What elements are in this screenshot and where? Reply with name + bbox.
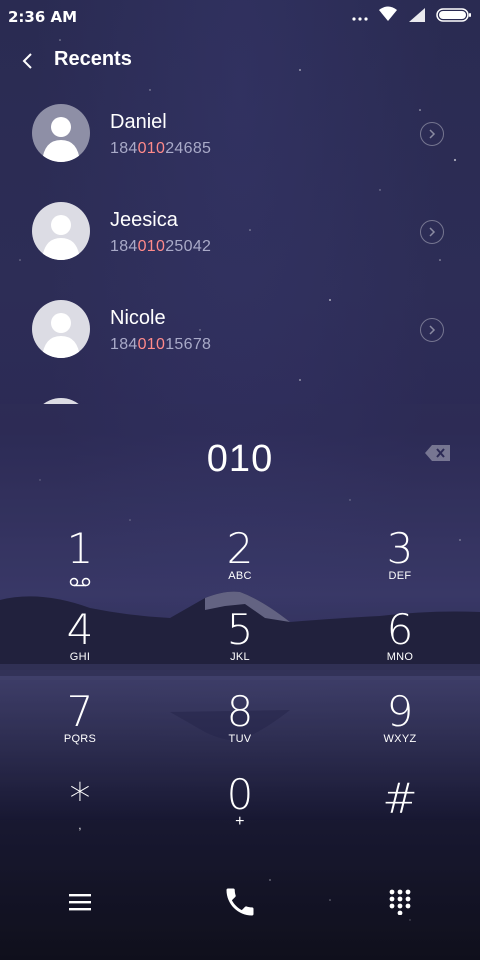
wifi-icon: [378, 6, 398, 26]
dial-key-4[interactable]: 4 GHI: [30, 607, 130, 677]
key-digit: 6: [386, 605, 414, 654]
key-digit: 5: [226, 605, 254, 654]
voicemail-icon: [69, 577, 91, 587]
key-digit: 7: [66, 687, 94, 736]
key-letters: MNO: [386, 651, 414, 663]
call-icon: [226, 888, 254, 916]
key-digit: 9: [386, 687, 414, 736]
dialpad-toggle-icon: [389, 889, 411, 915]
chevron-left-icon: [22, 53, 32, 69]
contact-number: 18401025042: [110, 238, 212, 255]
contact-name: Daniel: [110, 111, 167, 133]
dial-key-5[interactable]: 5 JKL: [190, 607, 290, 677]
dialed-number-display: 010: [206, 438, 274, 480]
more-dots-icon: [352, 7, 368, 26]
key-digit: 3: [386, 524, 414, 573]
dial-key-0[interactable]: 0 +: [190, 772, 290, 842]
contact-row-partial[interactable]: [0, 390, 480, 404]
contact-detail-button[interactable]: [420, 122, 444, 146]
contact-row-nicole[interactable]: Nicole 18401015678: [0, 292, 480, 372]
page-title: Recents: [54, 48, 132, 70]
bottom-action-bar: [0, 870, 480, 934]
key-digit: 1: [66, 524, 94, 573]
recents-list: Daniel 18401024685 Jeesica 18401025042 N…: [0, 96, 480, 404]
key-letters: GHI: [69, 651, 91, 663]
key-digit: *: [69, 774, 91, 823]
signal-icon: [408, 7, 426, 26]
chevron-right-icon: [429, 129, 436, 139]
contact-name: Nicole: [110, 307, 166, 329]
dial-key-hash[interactable]: #: [350, 776, 450, 846]
person-icon: [42, 117, 80, 162]
dial-key-9[interactable]: 9 WXYZ: [350, 689, 450, 759]
chevron-right-icon: [429, 325, 436, 335]
status-icons: [352, 6, 472, 26]
dialpad-toggle-button[interactable]: [378, 880, 422, 924]
contact-row-daniel[interactable]: Daniel 18401024685: [0, 96, 480, 176]
backspace-icon: [425, 445, 450, 461]
key-letters: TUV: [228, 733, 252, 745]
key-digit: 2: [226, 524, 254, 573]
key-letters: DEF: [388, 570, 412, 582]
dial-key-7[interactable]: 7 PQRS: [30, 689, 130, 759]
dial-key-2[interactable]: 2 ABC: [190, 526, 290, 596]
person-icon: [42, 215, 80, 260]
key-digit: #: [382, 774, 418, 823]
battery-icon: [436, 7, 472, 26]
contact-number: 18401015678: [110, 336, 212, 353]
key-letters: ABC: [228, 570, 252, 582]
key-letters: PQRS: [63, 733, 97, 745]
dial-key-1[interactable]: 1: [30, 526, 130, 596]
key-digit: 4: [66, 605, 94, 654]
menu-icon: [69, 894, 91, 911]
avatar: [32, 300, 90, 358]
status-bar: 2:36 AM: [0, 0, 480, 34]
contact-name: Jeesica: [110, 209, 178, 231]
back-button[interactable]: [12, 46, 42, 76]
dial-key-star[interactable]: * ,: [30, 776, 130, 846]
contact-detail-button[interactable]: [420, 220, 444, 244]
dial-key-6[interactable]: 6 MNO: [350, 607, 450, 677]
contact-detail-button[interactable]: [420, 318, 444, 342]
contact-row-jeesica[interactable]: Jeesica 18401025042: [0, 194, 480, 274]
key-letters: WXYZ: [383, 733, 417, 745]
menu-button[interactable]: [58, 880, 102, 924]
key-letters: JKL: [230, 651, 250, 663]
chevron-right-icon: [429, 227, 436, 237]
key-digit: 8: [226, 687, 254, 736]
key-letters: +: [235, 813, 245, 830]
avatar: [32, 104, 90, 162]
contact-number: 18401024685: [110, 140, 212, 157]
dial-key-3[interactable]: 3 DEF: [350, 526, 450, 596]
person-icon: [42, 313, 80, 358]
status-time: 2:36 AM: [8, 8, 78, 26]
key-digit: 0: [226, 770, 254, 819]
backspace-button[interactable]: [424, 444, 452, 462]
dial-key-8[interactable]: 8 TUV: [190, 689, 290, 759]
key-letters: ,: [78, 820, 82, 832]
call-button[interactable]: [218, 880, 262, 924]
header: Recents: [0, 40, 480, 80]
avatar: [32, 202, 90, 260]
